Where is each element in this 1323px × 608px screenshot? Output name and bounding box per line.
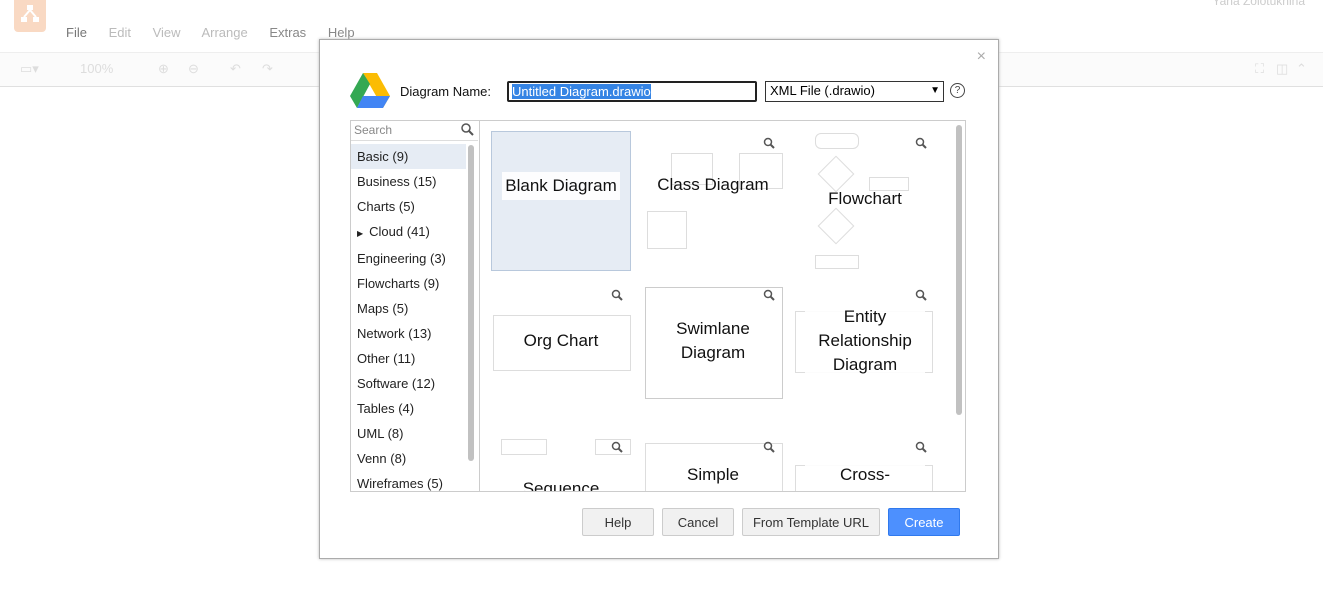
template-label: Org Chart [523, 331, 599, 350]
collapse-icon[interactable]: ⌃ [1296, 61, 1307, 77]
template-flowchart[interactable]: Flowchart [795, 131, 935, 271]
format-select-value: XML File (.drawio) [770, 83, 875, 98]
menu-edit[interactable]: Edit [109, 25, 131, 40]
class-shape [647, 211, 687, 249]
category-item-business[interactable]: Business (15) [351, 169, 466, 194]
template-label: Swimlane Diagram [653, 315, 773, 367]
caret-right-icon: ▶ [357, 229, 364, 238]
category-item-flowcharts[interactable]: Flowcharts (9) [351, 271, 466, 296]
zoom-level[interactable]: 100% [80, 61, 113, 76]
zoom-icon[interactable] [763, 137, 775, 149]
zoom-icon[interactable] [763, 441, 775, 453]
category-item-uml[interactable]: UML (8) [351, 421, 466, 446]
zoom-icon[interactable] [915, 289, 927, 301]
template-label: Cross- [805, 461, 925, 489]
category-item-cloud[interactable]: ▶ Cloud (41) [351, 219, 466, 246]
redo-icon[interactable]: ↷ [262, 61, 273, 77]
format-panel-icon[interactable]: ◫ [1276, 61, 1288, 77]
template-sequence[interactable]: Sequence [491, 435, 631, 492]
category-item-other[interactable]: Other (11) [351, 346, 466, 371]
menu-help[interactable]: Help [328, 25, 355, 40]
flow-shape [815, 133, 859, 149]
category-item-tables[interactable]: Tables (4) [351, 396, 466, 421]
diagram-name-input[interactable]: Untitled Diagram.drawio [507, 81, 757, 102]
template-grid: Blank Diagram Class Diagram Flowchart Or… [480, 120, 966, 492]
template-simple[interactable]: Simple [643, 435, 783, 491]
category-item-network[interactable]: Network (13) [351, 321, 466, 346]
zoom-out-icon[interactable]: ⊖ [188, 61, 199, 77]
zoom-in-icon[interactable]: ⊕ [158, 61, 169, 77]
search-placeholder: Search [354, 123, 393, 137]
template-label: Entity Relationship Diagram [805, 303, 925, 379]
flow-shape [817, 207, 855, 245]
format-select[interactable]: XML File (.drawio) ▼ [765, 81, 944, 102]
drawio-logo-icon [14, 0, 46, 32]
google-drive-icon [350, 73, 390, 108]
template-label: Class Diagram [657, 175, 769, 194]
close-icon[interactable]: × [977, 48, 986, 66]
category-item-software[interactable]: Software (12) [351, 371, 466, 396]
category-item-charts[interactable]: Charts (5) [351, 194, 466, 219]
menu-view[interactable]: View [153, 25, 181, 40]
category-item-venn[interactable]: Venn (8) [351, 446, 466, 471]
category-panel: Search Basic (9) Business (15) Charts (5… [350, 120, 480, 492]
zoom-icon[interactable] [915, 137, 927, 149]
zoom-icon[interactable] [915, 441, 927, 453]
user-name[interactable]: Yana Zolotukhina [1212, 0, 1305, 8]
flow-shape [815, 255, 859, 269]
zoom-icon[interactable] [611, 441, 623, 453]
template-org-chart[interactable]: Org Chart [491, 283, 631, 423]
template-class-diagram[interactable]: Class Diagram [643, 131, 783, 271]
menu-file[interactable]: File [66, 25, 87, 40]
search-input[interactable]: Search [351, 121, 478, 141]
panel-toggle-icon[interactable]: ▭▾ [20, 61, 39, 77]
chevron-down-icon: ▼ [930, 85, 940, 96]
diagram-name-value: Untitled Diagram.drawio [512, 84, 651, 99]
help-icon[interactable]: ? [950, 83, 965, 98]
seq-shape [501, 439, 547, 455]
template-label: Simple [653, 461, 773, 489]
menu-bar: File Edit View Arrange Extras Help [66, 25, 373, 40]
diagram-name-label: Diagram Name: [400, 84, 492, 99]
category-scrollbar[interactable] [468, 145, 474, 461]
zoom-icon[interactable] [763, 289, 775, 301]
template-label: Sequence [522, 479, 600, 492]
help-button[interactable]: Help [582, 508, 654, 536]
category-item-maps[interactable]: Maps (5) [351, 296, 466, 321]
from-template-url-button[interactable]: From Template URL [742, 508, 880, 536]
template-blank-diagram[interactable]: Blank Diagram [491, 131, 631, 271]
category-item-wireframes[interactable]: Wireframes (5) [351, 471, 466, 491]
category-item-basic[interactable]: Basic (9) [351, 144, 466, 169]
template-cross-functional[interactable]: Cross- [795, 435, 935, 491]
menu-extras[interactable]: Extras [269, 25, 306, 40]
category-list: Basic (9) Business (15) Charts (5) ▶ Clou… [351, 144, 466, 491]
cancel-button[interactable]: Cancel [662, 508, 734, 536]
template-swimlane-diagram[interactable]: Swimlane Diagram [643, 283, 783, 423]
create-button[interactable]: Create [888, 508, 960, 536]
template-entity-relationship-diagram[interactable]: Entity Relationship Diagram [795, 283, 935, 423]
category-item-engineering[interactable]: Engineering (3) [351, 246, 466, 271]
fullscreen-icon[interactable]: ⛶ [1255, 61, 1264, 77]
undo-icon[interactable]: ↶ [230, 61, 241, 77]
menu-arrange[interactable]: Arrange [201, 25, 247, 40]
zoom-icon[interactable] [611, 289, 623, 301]
template-label: Blank Diagram [502, 172, 620, 200]
template-label: Flowchart [828, 189, 902, 208]
template-scrollbar[interactable] [956, 125, 962, 415]
search-icon[interactable] [461, 123, 474, 136]
new-diagram-dialog: × Diagram Name: Untitled Diagram.drawio … [319, 39, 999, 559]
